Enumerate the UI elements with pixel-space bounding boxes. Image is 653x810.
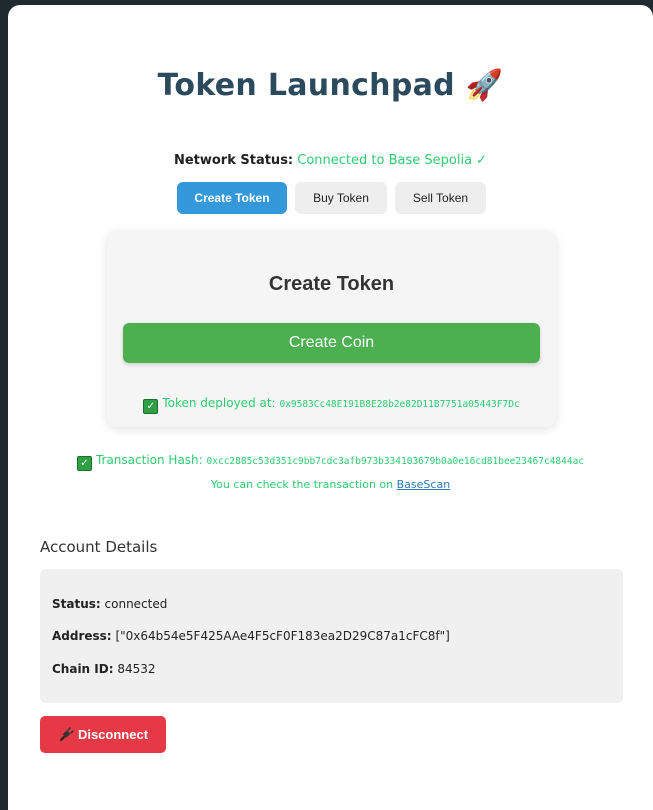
panel-heading: Create Token xyxy=(268,273,395,295)
page-title-text: Token Launchpad xyxy=(157,68,455,103)
account-details-box: Status: connected Address: ["0x64b54e5F4… xyxy=(40,569,623,703)
account-chain-row: Chain ID: 84532 xyxy=(52,662,156,676)
network-status: Network Status: Connected to Base Sepoli… xyxy=(8,153,653,168)
disconnect-button[interactable]: Disconnect xyxy=(40,716,166,753)
create-coin-button[interactable]: Create Coin xyxy=(123,323,540,363)
unplug-icon xyxy=(59,726,74,741)
transaction-hash-line: ✓ Transaction Hash: 0xcc2885c53d351c9bb7c… xyxy=(8,453,653,471)
deployed-address: 0x9583Cc48E191B8E28b2e82D11B7751a05443F7… xyxy=(279,399,520,410)
tab-buy-token[interactable]: Buy Token xyxy=(295,182,387,214)
basescan-link[interactable]: BaseScan xyxy=(397,478,451,491)
main-card: Token Launchpad 🚀 Network Status: Connec… xyxy=(8,5,653,810)
rocket-icon: 🚀 xyxy=(465,68,504,103)
status-label: Status: xyxy=(52,597,101,611)
tab-create-token[interactable]: Create Token xyxy=(177,182,287,214)
basescan-text: You can check the transaction on xyxy=(210,478,394,491)
chain-id-label: Chain ID: xyxy=(52,662,114,676)
tab-sell-token[interactable]: Sell Token xyxy=(395,182,486,214)
disconnect-label: Disconnect xyxy=(77,727,149,742)
chain-id-value: 84532 xyxy=(117,662,156,676)
network-status-label: Network Status: xyxy=(173,153,294,168)
deployed-label: Token deployed at: xyxy=(162,396,276,410)
basescan-line: You can check the transaction on BaseSca… xyxy=(8,478,653,491)
check-icon: ✓ xyxy=(143,399,159,414)
deployed-status: ✓ Token deployed at: 0x9583Cc48E191B8E28b… xyxy=(107,396,556,414)
network-status-value: Connected to Base Sepolia ✓ xyxy=(297,153,488,168)
transaction-hash-value: 0xcc2885c53d351c9bb7cdc3afb973b334103679… xyxy=(206,456,585,467)
create-token-panel: Create Token Create Coin ✓ Token deployed… xyxy=(107,231,556,427)
status-value: connected xyxy=(104,597,168,611)
transaction-hash-label: Transaction Hash: xyxy=(95,453,203,467)
account-details-title: Account Details xyxy=(40,538,158,556)
page-title: Token Launchpad 🚀 xyxy=(8,68,653,103)
account-status-row: Status: connected xyxy=(52,597,167,611)
tab-bar: Create Token Buy Token Sell Token xyxy=(177,182,486,214)
address-value: ["0x64b54e5F425AAe4F5cF0F183ea2D29C87a1c… xyxy=(115,629,450,643)
check-icon: ✓ xyxy=(76,456,92,471)
address-label: Address: xyxy=(52,629,112,643)
account-address-row: Address: ["0x64b54e5F425AAe4F5cF0F183ea2… xyxy=(52,629,450,643)
